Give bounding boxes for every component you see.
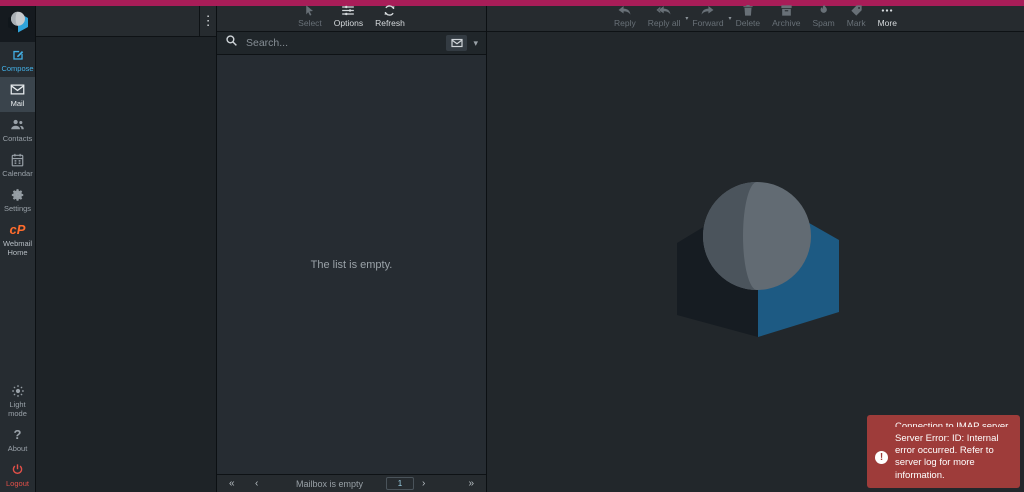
- sliders-icon: [341, 4, 355, 17]
- options-button[interactable]: Options: [328, 6, 369, 31]
- forward-icon: [700, 5, 715, 17]
- folder-panel-toolbar: ⋮: [36, 6, 216, 37]
- mailbox-status-text: Mailbox is empty: [281, 479, 378, 489]
- folder-actions-kebab-icon[interactable]: ⋮: [199, 6, 216, 36]
- sidebar-item-calendar[interactable]: Calendar: [0, 147, 35, 182]
- reply-button[interactable]: Reply: [608, 6, 642, 31]
- sidebar-item-label: Mail: [11, 99, 25, 108]
- sidebar-item-label: Light mode: [1, 400, 35, 418]
- search-input[interactable]: [244, 36, 440, 50]
- first-page-button[interactable]: «: [229, 478, 255, 489]
- sidebar-item-about[interactable]: ? About: [0, 422, 35, 457]
- reply-all-icon: [656, 5, 672, 17]
- calendar-icon: [11, 152, 24, 167]
- webmail-window: Compose Mail: [0, 0, 1024, 492]
- refresh-button[interactable]: Refresh: [369, 6, 411, 31]
- power-icon: [11, 462, 24, 477]
- message-preview-area: ! Connection to IMAP server failed. ! Se…: [487, 32, 1024, 492]
- reply-all-button[interactable]: Reply all ▾: [642, 6, 687, 31]
- toolbar-button-label: Spam: [812, 18, 834, 28]
- message-list-panel: Select Options: [217, 6, 487, 492]
- sun-icon: [11, 383, 25, 398]
- delete-button[interactable]: Delete: [730, 6, 767, 31]
- sidebar-item-webmail-home[interactable]: cP Webmail Home: [0, 217, 35, 261]
- toolbar-button-label: Select: [298, 18, 322, 28]
- sidebar-item-contacts[interactable]: Contacts: [0, 112, 35, 147]
- sidebar-item-label: Webmail Home: [1, 239, 35, 257]
- roundcube-watermark-logo: [675, 181, 839, 344]
- flame-icon: [818, 4, 830, 17]
- compose-icon: [11, 47, 25, 62]
- message-toolbar: Reply Reply all ▾: [487, 6, 1024, 32]
- mark-button[interactable]: Mark: [841, 6, 872, 31]
- archive-button[interactable]: Archive: [766, 6, 806, 31]
- pagination-bar: « ‹ Mailbox is empty 1 › »: [217, 474, 486, 492]
- search-scope-mail-button[interactable]: [446, 35, 467, 51]
- message-list-toolbar: Select Options: [217, 6, 486, 31]
- roundcube-logo-icon: [6, 10, 30, 39]
- toolbar-button-label: More: [878, 18, 897, 28]
- ellipsis-icon: [880, 4, 894, 17]
- spam-button[interactable]: Spam: [806, 6, 840, 31]
- cursor-select-icon: [303, 4, 316, 17]
- error-toast[interactable]: ! Server Error: ID: Internal error occur…: [867, 427, 1020, 488]
- toast-message: Server Error: ID: Internal error occurre…: [895, 433, 1012, 482]
- sidebar-item-label: Settings: [4, 204, 31, 213]
- search-icon: [225, 34, 238, 52]
- message-list-empty-area[interactable]: The list is empty.: [217, 55, 486, 474]
- toolbar-button-label: Options: [334, 18, 363, 28]
- select-button[interactable]: Select: [292, 6, 328, 31]
- roundcube-logo[interactable]: [0, 6, 35, 42]
- toolbar-button-label: Delete: [736, 18, 761, 28]
- content-panel: Reply Reply all ▾: [487, 6, 1024, 492]
- task-sidebar: Compose Mail: [0, 6, 36, 492]
- sidebar-item-light-mode[interactable]: Light mode: [0, 378, 35, 422]
- prev-page-button[interactable]: ‹: [255, 478, 281, 489]
- sidebar-item-label: Logout: [6, 479, 29, 488]
- toolbar-button-label: Reply: [614, 18, 636, 28]
- question-icon: ?: [14, 427, 22, 442]
- archive-icon: [780, 4, 793, 17]
- toolbar-button-label: Forward: [692, 18, 723, 28]
- folder-list-empty-area[interactable]: [36, 37, 216, 492]
- toolbar-button-label: Mark: [847, 18, 866, 28]
- gear-icon: [11, 187, 25, 202]
- sidebar-item-settings[interactable]: Settings: [0, 182, 35, 217]
- next-page-button[interactable]: ›: [422, 478, 448, 489]
- sidebar-item-logout[interactable]: Logout: [0, 457, 35, 492]
- empty-list-text: The list is empty.: [311, 259, 393, 271]
- trash-icon: [742, 4, 754, 17]
- more-button[interactable]: More: [872, 6, 903, 31]
- sidebar-item-compose[interactable]: Compose: [0, 42, 35, 77]
- error-exclamation-icon: !: [875, 451, 888, 464]
- sidebar-item-label: Contacts: [3, 134, 33, 143]
- envelope-icon: [451, 36, 463, 51]
- search-options-chevron-down-icon[interactable]: ▾: [473, 38, 478, 49]
- toolbar-button-label: Archive: [772, 18, 800, 28]
- sidebar-item-label: Compose: [1, 64, 33, 73]
- forward-button[interactable]: Forward ▾: [686, 6, 729, 31]
- sidebar-item-mail[interactable]: Mail: [0, 77, 35, 112]
- reply-icon: [617, 5, 632, 17]
- last-page-button[interactable]: »: [448, 478, 474, 489]
- cpanel-icon: cP: [10, 222, 26, 237]
- contacts-icon: [10, 117, 25, 132]
- folder-list-panel: ⋮: [36, 6, 217, 492]
- toolbar-button-label: Reply all: [648, 18, 681, 28]
- sidebar-item-label: About: [8, 444, 28, 453]
- mail-icon: [10, 82, 25, 97]
- refresh-icon: [383, 4, 396, 17]
- tag-icon: [850, 4, 863, 17]
- page-number-input[interactable]: 1: [386, 477, 414, 490]
- toolbar-button-label: Refresh: [375, 18, 405, 28]
- sidebar-item-label: Calendar: [2, 169, 32, 178]
- search-bar: ▾: [217, 31, 486, 55]
